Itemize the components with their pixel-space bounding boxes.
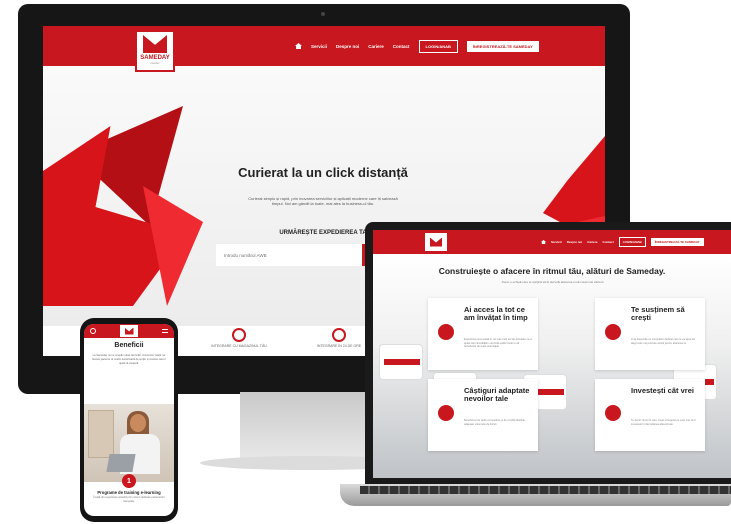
laptop-page-title: Construiește o afacere în ritmul tău, al… (438, 266, 666, 276)
login-button[interactable]: LOGIN/ANAB (418, 39, 458, 53)
location-icon[interactable] (90, 328, 96, 334)
feature-item: INTEGRARE ÎN 24 DE ORE (309, 326, 369, 356)
phone-card-text: Învață din experiența noastră prin cursu… (93, 496, 165, 503)
benefit-card[interactable]: Ai acces la tot ce am învățat în timp Ex… (428, 298, 538, 370)
nav-item-services[interactable]: Servicii (311, 44, 327, 49)
card-title: Investești cât vrei (631, 386, 694, 395)
laptop-page-body: Construiește o afacere în ritmul tău, al… (373, 254, 731, 478)
nav-item-contact[interactable]: Contact (603, 240, 614, 244)
fingerprint-icon (438, 324, 454, 340)
device-mockup-scene: Curierat la un click distanță Curierat s… (0, 0, 731, 524)
webcam-dot (321, 12, 325, 16)
nav-item-careers[interactable]: Cariere (368, 44, 384, 49)
card-text: Experiența acumulată în cei mai mulți an… (464, 338, 532, 349)
login-button[interactable]: LOGIN/ANAB (618, 237, 646, 247)
desktop-header: SAMEDAY courier Servicii Despre noi Cari… (43, 26, 605, 72)
phone-section-text: La Sameday nu ne ocupăm doar de livrări.… (92, 354, 166, 365)
logo-mark-icon (124, 327, 134, 335)
nav-item-about[interactable]: Despre noi (567, 240, 583, 244)
logo-mark-icon (143, 35, 167, 53)
hero-title: Curierat la un click distanță (238, 165, 408, 180)
nav-item-careers[interactable]: Cariere (587, 240, 597, 244)
van-stripe (384, 359, 420, 365)
target-icon (332, 328, 346, 342)
brand-tagline: courier (150, 61, 160, 65)
laptop-page-subtitle: Avem o echipă care te sprijină să îți de… (501, 280, 605, 284)
nav-item-contact[interactable]: Contact (393, 44, 410, 49)
brand-logo[interactable] (120, 325, 138, 337)
register-button[interactable]: ÎNREGISTREAZĂ-TE SAMEDAY (466, 40, 539, 52)
main-nav: Servicii Despre noi Cariere Contact LOGI… (295, 26, 539, 66)
hand-coin-icon (438, 405, 454, 421)
laptop-keyboard (360, 486, 731, 494)
person-head (130, 414, 146, 432)
laptop-screen: Construiește o afacere în ritmul tău, al… (373, 230, 731, 478)
monitor-stand (240, 392, 380, 462)
card-title: Câștiguri adaptate nevoilor tale (464, 386, 530, 403)
benefit-card[interactable]: Câștiguri adaptate nevoilor tale Benefic… (428, 379, 538, 451)
card-title: Ai acces la tot ce am învățat în timp (464, 305, 528, 322)
phone-screen: Beneficii La Sameday nu ne ocupăm doar d… (84, 324, 174, 516)
feature-item: INTEGRARE CU MAGAZINUL TĂU (209, 326, 269, 356)
step-badge: 1 (122, 474, 136, 488)
hamburger-menu-icon[interactable] (162, 329, 168, 333)
chart-icon (605, 405, 621, 421)
home-icon[interactable] (295, 43, 302, 49)
benefit-card[interactable]: Investești cât vrei Tu decizi ritmul în … (595, 379, 705, 451)
nav-item-services[interactable]: Servicii (551, 240, 562, 244)
brand-logo[interactable]: SAMEDAY courier (135, 30, 175, 72)
benefit-card[interactable]: Te susținem să crești Ai la dispoziție u… (595, 298, 705, 370)
card-title: Te susținem să crești (631, 305, 685, 322)
brand-logo[interactable] (425, 233, 447, 251)
home-icon[interactable] (541, 240, 546, 244)
gift-icon (605, 324, 621, 340)
card-text: Tu decizi ritmul în care crești și buget… (631, 419, 696, 426)
shelf-image (88, 410, 114, 458)
phone-header (84, 324, 174, 338)
laptop-header: Servicii Despre noi Cariere Contact LOGI… (373, 230, 731, 254)
laptop-in-photo (106, 454, 136, 472)
cart-icon (232, 328, 246, 342)
feature-label: INTEGRARE CU MAGAZINUL TĂU (211, 344, 267, 348)
laptop-nav: Servicii Despre noi Cariere Contact LOGI… (541, 230, 704, 254)
phone-section-title: Beneficii (114, 342, 144, 349)
hero-lead: Curierat simplu și rapid, prin inovarea … (248, 196, 398, 206)
register-button[interactable]: ÎNREGISTREAZĂ-TE SAMEDAY (650, 238, 704, 246)
card-text: Ai la dispoziție un consultant dedicat c… (631, 338, 695, 345)
card-text: Beneficiezi de tarife competitive și de … (464, 419, 526, 426)
feature-label: INTEGRARE ÎN 24 DE ORE (316, 344, 362, 348)
logo-mark-icon (430, 237, 442, 247)
training-photo (84, 404, 174, 482)
nav-item-about[interactable]: Despre noi (336, 44, 359, 49)
phone-card-title: Programe de training e-learning (97, 490, 161, 495)
awb-input[interactable] (216, 244, 362, 266)
van-image (379, 344, 423, 380)
